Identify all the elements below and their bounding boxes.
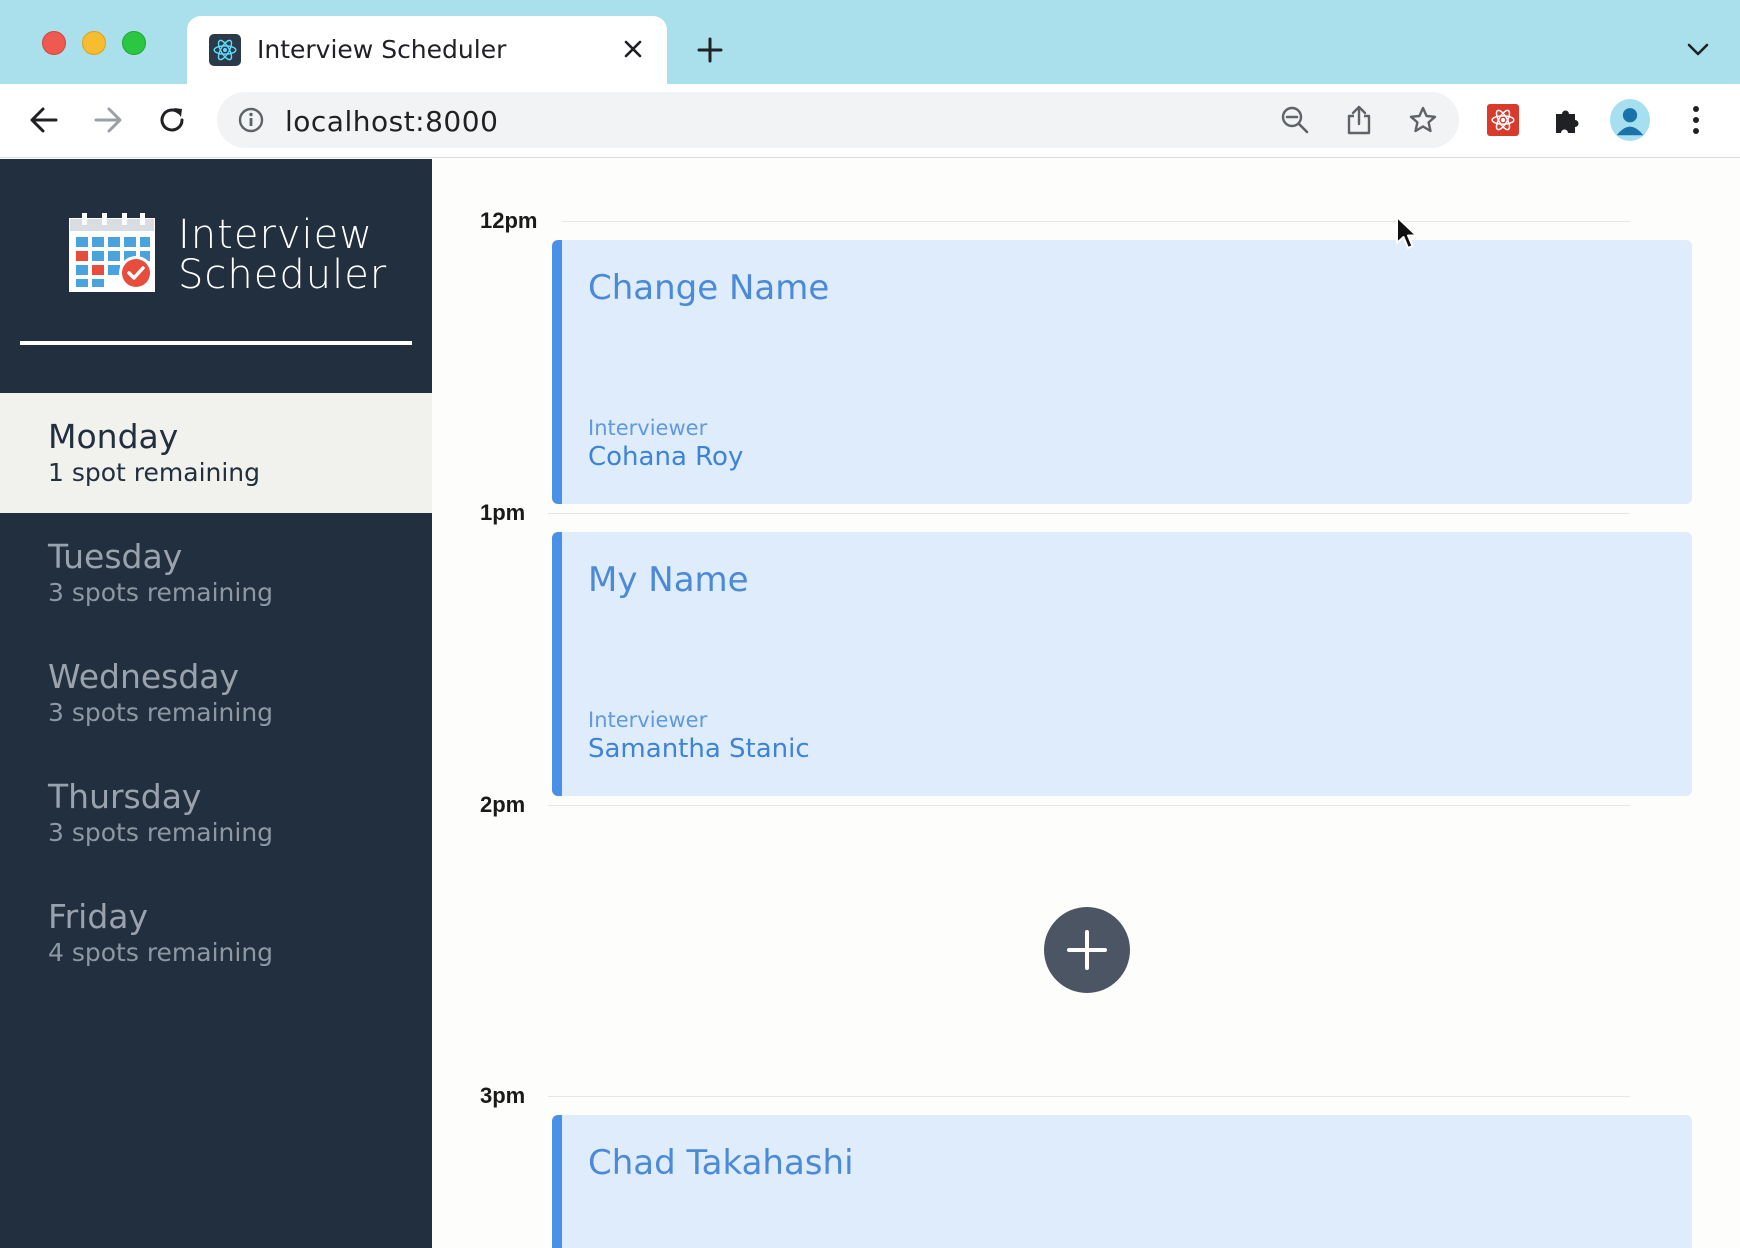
sidebar: Interview Scheduler Monday 1 spot remain… bbox=[0, 159, 432, 1248]
kebab-menu-icon[interactable] bbox=[1676, 100, 1716, 140]
interviewer-label: Interviewer bbox=[588, 708, 708, 732]
star-icon[interactable] bbox=[1407, 104, 1439, 136]
zoom-out-icon[interactable] bbox=[1279, 104, 1311, 136]
day-name: Thursday bbox=[48, 777, 202, 816]
tab-title: Interview Scheduler bbox=[257, 35, 507, 64]
logo-line-2: Scheduler bbox=[178, 252, 388, 298]
day-spots: 3 spots remaining bbox=[48, 698, 274, 727]
url-text: localhost:8000 bbox=[285, 105, 499, 138]
new-tab-plus-icon[interactable] bbox=[692, 32, 728, 68]
day-spots: 4 spots remaining bbox=[48, 938, 274, 967]
share-icon[interactable] bbox=[1343, 104, 1375, 136]
mouse-cursor-icon bbox=[1395, 215, 1419, 256]
schedule: 12pm Change Name Interviewer Cohana Roy … bbox=[432, 159, 1740, 1248]
logo-line-1: Interview bbox=[178, 212, 373, 258]
appointment-card[interactable]: Chad Takahashi bbox=[552, 1115, 1692, 1248]
puzzle-icon[interactable] bbox=[1547, 100, 1587, 140]
browser-tab[interactable]: Interview Scheduler bbox=[187, 16, 667, 84]
day-item-friday[interactable]: Friday 4 spots remaining bbox=[0, 873, 432, 993]
day-name: Monday bbox=[48, 417, 179, 456]
appointment-card[interactable]: Change Name Interviewer Cohana Roy bbox=[552, 240, 1692, 504]
day-list: Monday 1 spot remaining Tuesday 3 spots … bbox=[0, 393, 432, 993]
day-item-wednesday[interactable]: Wednesday 3 spots remaining bbox=[0, 633, 432, 753]
logo-divider bbox=[20, 341, 412, 345]
react-devtools-icon[interactable] bbox=[1483, 100, 1523, 140]
slot-time: 2pm bbox=[480, 792, 526, 817]
minimize-window-button[interactable] bbox=[82, 31, 106, 55]
reload-icon[interactable] bbox=[152, 100, 192, 140]
student-name: Chad Takahashi bbox=[588, 1143, 854, 1183]
info-icon[interactable] bbox=[237, 106, 265, 134]
browser-tab-bar: Interview Scheduler bbox=[0, 0, 1740, 84]
day-spots: 1 spot remaining bbox=[48, 458, 261, 487]
appointment-card[interactable]: My Name Interviewer Samantha Stanic bbox=[552, 532, 1692, 796]
app-logo: Interview Scheduler bbox=[68, 211, 428, 301]
day-item-thursday[interactable]: Thursday 3 spots remaining bbox=[0, 753, 432, 873]
student-name: My Name bbox=[588, 560, 749, 600]
browser-toolbar: localhost:8000 bbox=[0, 84, 1740, 158]
add-appointment-button[interactable] bbox=[1044, 907, 1130, 993]
day-name: Tuesday bbox=[48, 537, 183, 576]
slot-divider bbox=[562, 221, 1630, 222]
interviewer-label: Interviewer bbox=[588, 416, 708, 440]
day-name: Friday bbox=[48, 897, 149, 936]
day-spots: 3 spots remaining bbox=[48, 578, 274, 607]
calendar-check-icon bbox=[68, 211, 158, 300]
maximize-window-button[interactable] bbox=[122, 31, 146, 55]
avatar-icon[interactable] bbox=[1610, 99, 1650, 141]
day-name: Wednesday bbox=[48, 657, 240, 696]
interviewer-name: Samantha Stanic bbox=[588, 734, 810, 764]
slot-time: 1pm bbox=[480, 500, 526, 525]
slot-time: 3pm bbox=[480, 1083, 526, 1108]
slot-divider bbox=[548, 513, 1630, 514]
day-spots: 3 spots remaining bbox=[48, 818, 274, 847]
tab-close-icon[interactable] bbox=[617, 33, 649, 65]
address-bar[interactable]: localhost:8000 bbox=[217, 92, 1459, 148]
logo-text: Interview Scheduler bbox=[178, 215, 387, 295]
react-favicon-icon bbox=[209, 34, 241, 66]
forward-arrow-icon[interactable] bbox=[88, 100, 128, 140]
slot-divider bbox=[548, 805, 1630, 806]
day-item-tuesday[interactable]: Tuesday 3 spots remaining bbox=[0, 513, 432, 633]
tab-search-chevron-icon[interactable] bbox=[1682, 34, 1714, 66]
plus-icon bbox=[1067, 930, 1107, 970]
interviewer-name: Cohana Roy bbox=[588, 442, 744, 472]
back-arrow-icon[interactable] bbox=[24, 100, 64, 140]
slot-divider bbox=[548, 1096, 1630, 1097]
day-item-monday[interactable]: Monday 1 spot remaining bbox=[0, 393, 432, 513]
close-window-button[interactable] bbox=[42, 31, 66, 55]
student-name: Change Name bbox=[588, 268, 830, 308]
slot-time: 12pm bbox=[480, 208, 538, 233]
